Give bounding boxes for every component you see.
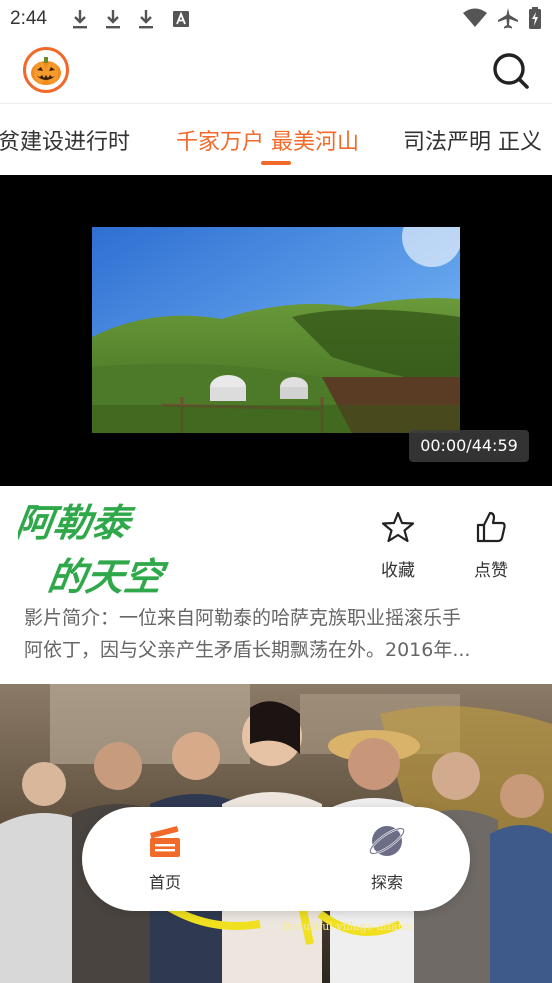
svg-text:阿勒泰: 阿勒泰 [18, 501, 137, 546]
bottom-navigation: 首页 探索 [82, 807, 470, 911]
synopsis-text: 影片简介：一位来自阿勒泰的哈萨克族职业摇滚乐手 阿依丁，因与父亲产生矛盾长期飘荡… [24, 602, 524, 666]
nav-home-label: 首页 [148, 873, 181, 892]
download-icon [106, 10, 120, 29]
svg-text:的天空: 的天空 [45, 555, 170, 600]
favorite-button[interactable]: 收藏 [368, 510, 428, 581]
download-icon [73, 10, 87, 29]
category-tabs: 扶贫建设进行时 千家万户 最美河山 司法严明 正义 [0, 104, 552, 174]
like-button[interactable]: 点赞 [461, 510, 521, 581]
video-info-card: 阿勒泰 的天空 收藏 点赞 影片简介：一位来自阿勒泰的哈萨克族职业摇滚乐手 阿依… [0, 486, 552, 684]
battery-charging-icon [529, 7, 541, 29]
nav-explore[interactable]: 探索 [347, 823, 427, 893]
video-player[interactable]: 00:00/44:59 [0, 175, 552, 486]
video-duration: 00:00/44:59 [409, 430, 529, 462]
tab-item-active[interactable]: 千家万户 最美河山 [176, 124, 359, 156]
app-bar [0, 38, 552, 104]
video-frame [92, 227, 460, 433]
planet-icon [369, 826, 405, 856]
star-icon [381, 511, 415, 543]
status-time: 2:44 [10, 8, 47, 29]
synopsis-line: 影片简介：一位来自阿勒泰的哈萨克族职业摇滚乐手 [24, 607, 462, 629]
clapperboard-icon [150, 826, 180, 857]
pumpkin-logo-icon[interactable] [23, 47, 69, 93]
download-icon [139, 10, 153, 29]
status-bar: 2:44 [0, 0, 552, 38]
poster-subtitle: Beautiful village affairs [282, 920, 412, 933]
like-label: 点赞 [474, 561, 508, 581]
search-icon[interactable] [492, 52, 530, 90]
tab-indicator [261, 161, 291, 165]
title-calligraphy-logo: 阿勒泰 的天空 [18, 501, 170, 600]
a-icon [173, 11, 189, 27]
tab-item[interactable]: 扶贫建设进行时 [0, 124, 130, 156]
tab-item[interactable]: 司法严明 正义 [403, 124, 542, 156]
wifi-icon [463, 8, 487, 27]
app-screen: 2:44 贫建设进行时 千家万户 最美河山 司法严明 正义 00:00/44:5… [0, 0, 552, 983]
favorite-label: 收藏 [381, 561, 415, 581]
airplane-icon [498, 8, 518, 29]
nav-explore-label: 探索 [370, 873, 403, 892]
nav-home[interactable]: 首页 [125, 823, 205, 893]
thumbs-up-icon [476, 511, 506, 543]
synopsis-line: 阿依丁，因与父亲产生矛盾长期飘荡在外。2016年... [24, 639, 471, 661]
